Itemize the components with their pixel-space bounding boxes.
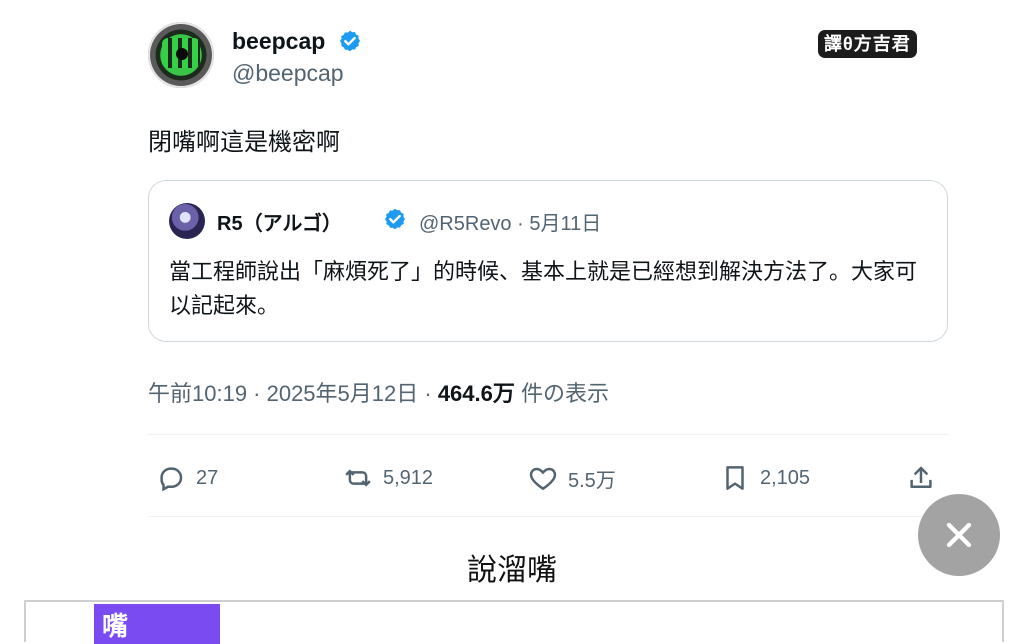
reply-count: 27 [196, 466, 219, 489]
author-avatar[interactable] [148, 22, 214, 88]
tweet-card: beepcap @beepcap 譯θ方吉君 閉嘴啊這是機密啊 R5（アルゴ） … [148, 0, 948, 520]
author-name[interactable]: beepcap [232, 28, 325, 55]
translator-watermark: 譯θ方吉君 [818, 30, 917, 58]
author-handle[interactable]: @beepcap [232, 60, 344, 87]
like-count: 5.5万 [568, 469, 616, 492]
retweet-button[interactable]: 5,912 [343, 455, 433, 501]
bookmark-icon [726, 466, 744, 490]
quoted-author-name[interactable]: R5（アルゴ） [217, 207, 342, 236]
tweet-text: 閉嘴啊這是機密啊 [148, 129, 340, 156]
views-count: 464.6万 [437, 381, 515, 406]
retweet-icon [345, 469, 371, 487]
quoted-meta[interactable]: @R5Revo · 5月11日 [419, 207, 601, 236]
timestamp-prefix: 午前10:19 · 2025年5月12日 · [148, 381, 438, 406]
next-image-block: 嘴 [94, 604, 220, 644]
quoted-tweet[interactable]: R5（アルゴ） @R5Revo · 5月11日 當工程師說出「麻煩死了」的時候、… [148, 180, 948, 342]
retweet-count: 5,912 [383, 466, 434, 489]
quoted-verified-badge-icon [385, 208, 405, 230]
image-caption: 說溜嘴 [467, 554, 557, 587]
next-image-frame: 嘴 [24, 600, 1004, 644]
verified-badge-icon [340, 30, 360, 52]
bookmark-count: 2,105 [760, 466, 811, 489]
quoted-author-avatar[interactable] [169, 203, 205, 239]
heart-icon [529, 467, 557, 491]
bookmark-button[interactable]: 2,105 [720, 455, 810, 501]
like-button[interactable]: 5.5万 [528, 455, 616, 501]
timestamp-line[interactable]: 午前10:19 · 2025年5月12日 · 464.6万 件の表示 [148, 376, 609, 408]
reply-button[interactable]: 27 [156, 455, 218, 501]
quoted-text: 當工程師說出「麻煩死了」的時候、基本上就是已經想到解決方法了。大家可以記起來。 [169, 259, 918, 318]
views-suffix: 件の表示 [521, 381, 610, 406]
reply-icon [160, 467, 183, 492]
share-icon [910, 466, 932, 488]
divider-bottom [148, 516, 948, 517]
action-bar: 27 5,912 5.5万 2,105 [148, 455, 948, 501]
share-button[interactable] [906, 455, 936, 501]
divider-top [148, 434, 948, 435]
